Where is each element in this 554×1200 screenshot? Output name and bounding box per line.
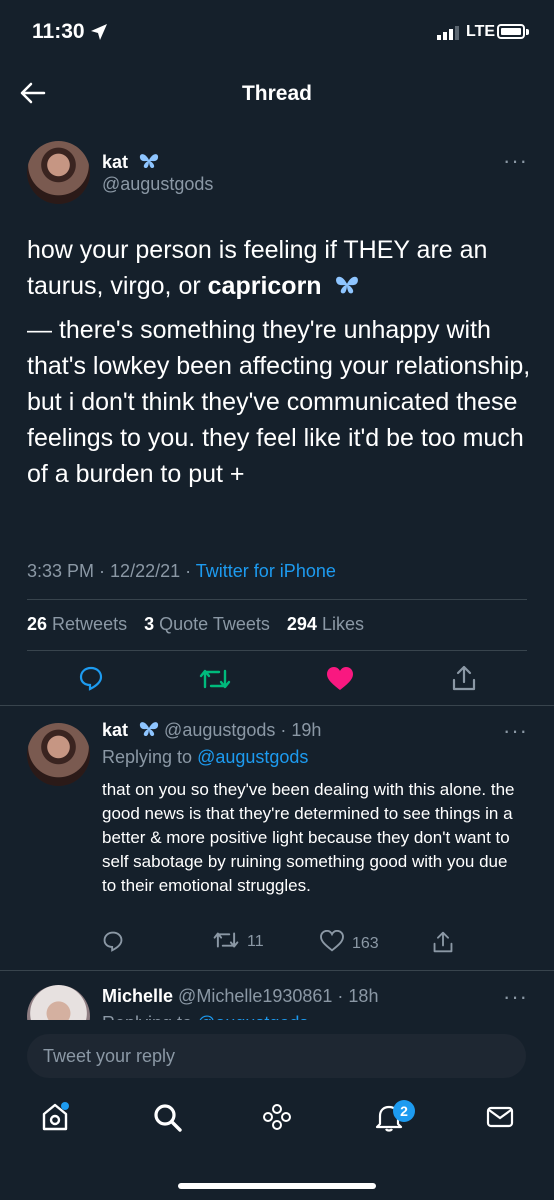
reply-header: Michelle @Michelle1930861 · 18h bbox=[102, 986, 379, 1006]
replying-to: Replying to @augustgods bbox=[102, 747, 309, 767]
page-title: Thread bbox=[241, 82, 312, 105]
butterfly-emoji-icon bbox=[335, 276, 358, 294]
like-icon bbox=[320, 929, 344, 952]
divider bbox=[0, 705, 554, 706]
tweet-stats: 26 Retweets 3 Quote Tweets 294 Likes bbox=[27, 614, 364, 634]
home-notification-dot bbox=[61, 1102, 69, 1110]
status-time: 11:30 bbox=[32, 20, 85, 43]
like-count: 163 bbox=[352, 935, 379, 952]
author-name[interactable]: kat bbox=[102, 152, 159, 173]
reply-text: that on you so they've been dealing with… bbox=[102, 780, 515, 895]
reply-icon[interactable] bbox=[78, 665, 104, 691]
like-action[interactable]: 163 bbox=[320, 929, 379, 957]
share-icon bbox=[433, 931, 453, 953]
messages-icon[interactable] bbox=[485, 1102, 515, 1132]
avatar[interactable] bbox=[27, 141, 90, 204]
tweet-source-link[interactable]: Twitter for iPhone bbox=[196, 561, 336, 581]
butterfly-emoji-icon bbox=[139, 722, 159, 736]
retweet-icon bbox=[213, 932, 239, 948]
author-handle[interactable]: @augustgods bbox=[102, 174, 213, 195]
avatar[interactable] bbox=[27, 723, 90, 786]
reply-input[interactable]: Tweet your reply bbox=[27, 1034, 526, 1078]
divider bbox=[0, 970, 554, 971]
retweet-action[interactable]: 11 bbox=[213, 930, 264, 955]
status-bar: 11:30 LTE bbox=[0, 0, 554, 62]
notification-badge: 2 bbox=[393, 1100, 415, 1122]
search-icon[interactable] bbox=[152, 1102, 182, 1132]
share-icon[interactable] bbox=[451, 664, 477, 692]
reply-icon bbox=[103, 931, 123, 952]
more-options-icon[interactable]: ··· bbox=[503, 718, 528, 744]
more-options-icon[interactable]: ··· bbox=[503, 984, 528, 1010]
retweet-icon[interactable] bbox=[199, 667, 231, 691]
reply-header: kat @augustgods · 19h bbox=[102, 720, 322, 740]
battery-icon bbox=[497, 24, 525, 39]
nav-bar: Thread bbox=[0, 62, 554, 124]
share-action[interactable] bbox=[432, 930, 454, 959]
divider bbox=[27, 599, 527, 600]
home-indicator bbox=[178, 1183, 376, 1189]
signal-icon bbox=[437, 26, 459, 40]
like-icon[interactable] bbox=[326, 666, 354, 692]
location-arrow-icon bbox=[91, 24, 107, 40]
tweet-meta: 3:33 PM · 12/22/21 · Twitter for iPhone bbox=[27, 561, 336, 581]
network-type: LTE bbox=[466, 23, 496, 40]
divider bbox=[27, 650, 527, 651]
more-options-icon[interactable]: ··· bbox=[503, 148, 528, 174]
spaces-icon[interactable] bbox=[262, 1102, 292, 1132]
tweet-text: how your person is feeling if THEY are a… bbox=[27, 236, 531, 488]
butterfly-emoji-icon bbox=[139, 154, 159, 168]
reply-placeholder: Tweet your reply bbox=[43, 1046, 176, 1066]
reply-action[interactable] bbox=[102, 930, 124, 957]
retweet-count: 11 bbox=[247, 933, 264, 950]
